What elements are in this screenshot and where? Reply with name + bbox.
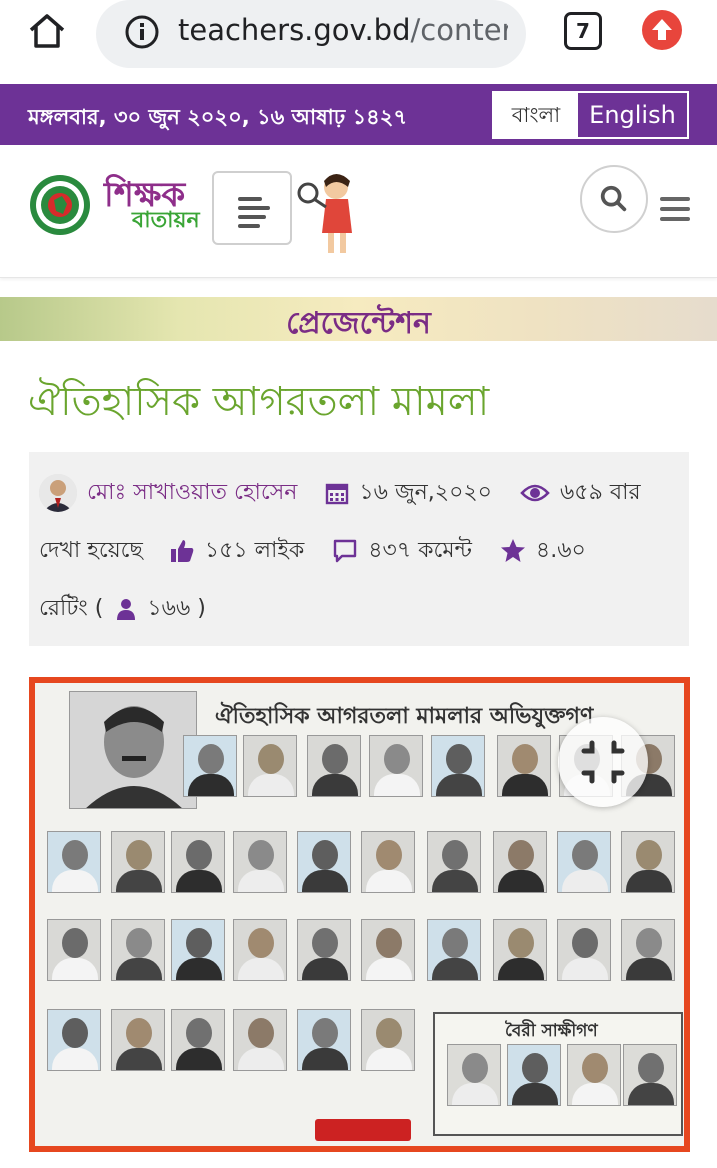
home-icon[interactable] <box>26 10 68 52</box>
accused-photo <box>369 735 423 797</box>
witness-box: বৈরী সাক্ষীগণ <box>433 1012 683 1136</box>
rating-label: রেটিং ( <box>39 595 104 621</box>
student-mascot-icon <box>297 174 352 253</box>
current-date: মঙ্গলবার, ৩০ জুন ২০২০, ১৬ আষাঢ় ১৪২৭ <box>28 105 408 129</box>
accused-photo <box>111 831 165 893</box>
accused-photo <box>183 735 237 797</box>
accused-photo <box>171 919 225 981</box>
author-name[interactable]: মোঃ সাখাওয়াত হোসেন <box>87 475 297 512</box>
tab-switcher-button[interactable]: 7 <box>564 12 602 50</box>
accused-photo <box>493 919 547 981</box>
star-icon[interactable] <box>500 538 526 564</box>
government-logo[interactable] <box>29 174 91 236</box>
rating-value: ৪.৬০ <box>535 537 586 563</box>
site-header: শিক্ষক বাতায়ন <box>0 145 717 278</box>
accused-photo <box>111 919 165 981</box>
search-button[interactable] <box>580 165 648 233</box>
comment-icon[interactable] <box>332 538 358 564</box>
poster-title: ঐতিহাসিক আগরতলা মামলার অভিযুক্তগণ <box>215 704 594 729</box>
author-avatar[interactable] <box>39 474 77 512</box>
accused-photo <box>361 1009 415 1071</box>
meta-row-2: দেখা হয়েছে ১৫১ লাইক ৪৩৭ কমেন্ট ৪.৬০ <box>39 531 586 571</box>
accused-photo <box>297 1009 351 1071</box>
language-switcher: বাংলা English <box>492 91 689 139</box>
accused-photo <box>361 919 415 981</box>
search-icon <box>600 185 627 212</box>
accused-photo <box>557 919 611 981</box>
accused-photo <box>171 831 225 893</box>
browser-toolbar: teachers.gov.bd/conter 7 <box>0 0 717 84</box>
exit-fullscreen-icon <box>581 740 625 784</box>
meta-row-1: মোঃ সাখাওয়াত হোসেন ১৬ জুন,২০২০ ৬৫৯ বার <box>39 473 641 513</box>
accused-photo <box>233 919 287 981</box>
like-count: ১৫১ লাইক <box>204 537 305 563</box>
address-bar[interactable]: teachers.gov.bd/conter <box>96 0 526 68</box>
accused-photo <box>427 919 481 981</box>
url-text: teachers.gov.bd/conter <box>178 13 508 47</box>
eye-icon <box>520 484 550 502</box>
brand-name-bottom[interactable]: বাতায়ন <box>132 203 200 240</box>
exit-fullscreen-button[interactable] <box>558 717 648 807</box>
view-count-suffix: দেখা হয়েছে <box>39 537 143 563</box>
poster-publisher-logo <box>315 1119 411 1141</box>
accused-photo <box>427 831 481 893</box>
accused-photo <box>243 735 297 797</box>
url-path: /conter <box>410 13 509 47</box>
publish-date: ১৬ জুন,২০২০ <box>359 479 492 505</box>
accused-photo <box>497 735 551 797</box>
accused-photo <box>47 919 101 981</box>
accused-photo <box>111 1009 165 1071</box>
accused-photo <box>233 831 287 893</box>
witness-photo <box>447 1044 501 1106</box>
section-banner: প্রেজেন্টেশন <box>0 297 717 341</box>
accused-photo <box>171 1009 225 1071</box>
accused-photo <box>621 831 675 893</box>
comment-count: ৪৩৭ কমেন্ট <box>368 537 472 563</box>
accused-photo <box>361 831 415 893</box>
accused-photo <box>47 1009 101 1071</box>
calendar-icon <box>326 483 349 505</box>
witness-title: বৈরী সাক্ষীগণ <box>505 1021 598 1041</box>
accused-photo <box>307 735 361 797</box>
main-portrait <box>69 691 197 809</box>
view-count: ৬৫৯ বার <box>560 479 641 505</box>
url-domain: teachers.gov.bd <box>178 13 411 47</box>
accused-photo <box>493 831 547 893</box>
thumbs-up-icon[interactable] <box>169 538 195 564</box>
accused-photo <box>233 1009 287 1071</box>
sidebar-toggle-button[interactable] <box>212 171 292 245</box>
accused-photo <box>47 831 101 893</box>
top-date-bar: মঙ্গলবার, ৩০ জুন ২০২০, ১৬ আষাঢ় ১৪২৭ বাং… <box>0 84 717 145</box>
hamburger-menu-icon[interactable] <box>660 197 690 223</box>
meta-row-3: রেটিং ( ১৬৬ ) <box>39 589 206 629</box>
article-meta: মোঃ সাখাওয়াত হোসেন ১৬ জুন,২০২০ ৬৫৯ বার … <box>29 452 689 646</box>
accused-photo <box>431 735 485 797</box>
accused-photo <box>621 919 675 981</box>
witness-photo <box>507 1044 561 1106</box>
section-label: প্রেজেন্টেশন <box>286 306 431 341</box>
info-icon[interactable] <box>124 14 160 50</box>
witness-photo <box>623 1044 677 1106</box>
lang-bangla-button[interactable]: বাংলা <box>494 93 578 137</box>
lang-english-button[interactable]: English <box>578 93 687 137</box>
accused-photo <box>557 831 611 893</box>
accused-photo <box>297 831 351 893</box>
article-title: ঐতিহাসিক আগরতলা মামলা <box>28 379 490 425</box>
accused-photo <box>297 919 351 981</box>
rater-count: ১৬৬ ) <box>147 595 206 621</box>
witness-photo <box>567 1044 621 1106</box>
update-icon[interactable] <box>642 10 682 50</box>
user-icon <box>117 599 136 620</box>
